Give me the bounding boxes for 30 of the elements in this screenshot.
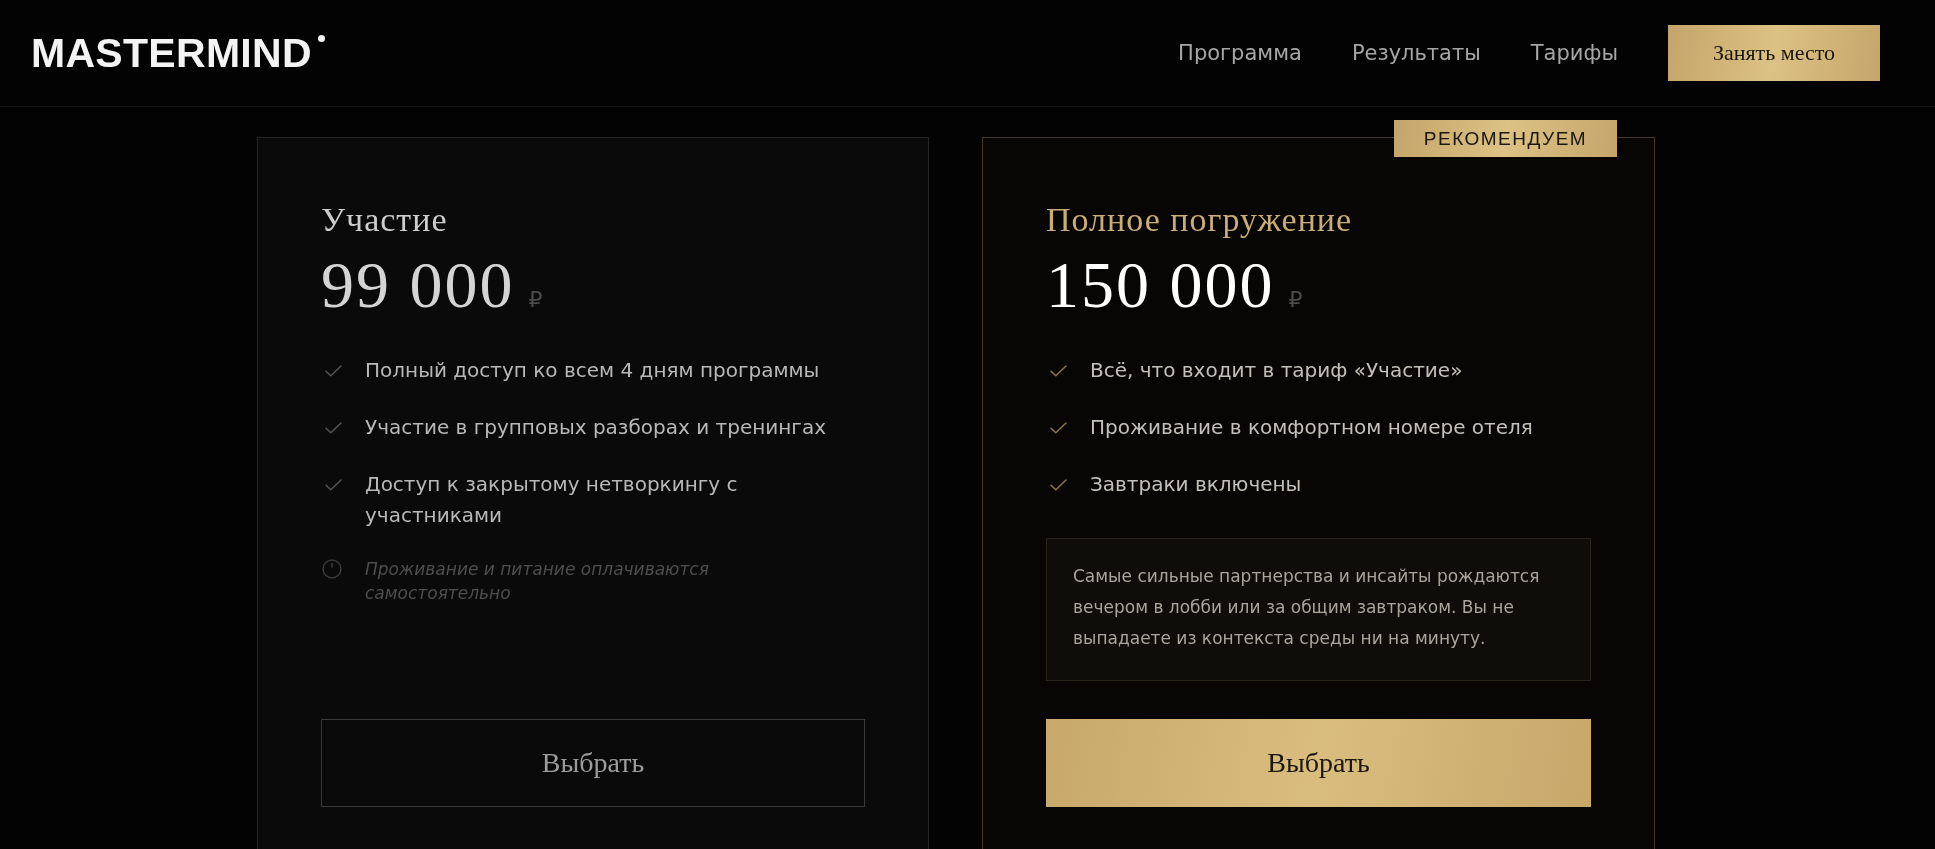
note-text: Проживание и питание оплачиваются самостоятельно — [365, 558, 710, 605]
logo: MASTERMIND — [31, 32, 312, 74]
plan-price: 99 000 — [321, 252, 515, 318]
check-icon — [1050, 479, 1067, 491]
feature-text: Доступ к закрытому нетворкингу с участниками — [365, 471, 739, 529]
select-button[interactable]: Выбрать — [1046, 719, 1591, 807]
plan-title: Полное погружение — [1046, 200, 1354, 240]
nav-link[interactable]: Тарифы — [1530, 39, 1618, 67]
callout-text: Самые сильные партнерства и инсайты рождаются вечером в лобби или за общим завтраком. Вы не выпадаете из контекста среды ни на минуту. — [1073, 565, 1541, 650]
nav-link[interactable]: Результаты — [1351, 39, 1481, 67]
check-icon — [1050, 422, 1067, 434]
nav-link[interactable]: Программа — [1178, 39, 1302, 67]
feature-text: Всё, что входит в тариф «Участие» — [1090, 357, 1463, 384]
check-icon — [325, 479, 342, 491]
feature-text: Завтраки включены — [1090, 471, 1302, 498]
info-icon — [322, 559, 342, 579]
select-button[interactable]: Выбрать — [321, 719, 865, 807]
feature-text: Участие в групповых разборах и тренингах — [365, 414, 826, 441]
currency-sign: ₽ — [528, 287, 543, 312]
plan-price: 150 000 — [1046, 252, 1275, 318]
dot-icon — [317, 35, 325, 42]
check-icon — [325, 365, 342, 377]
cta-button[interactable]: Занять место — [1668, 25, 1880, 81]
currency-sign: ₽ — [1288, 287, 1303, 312]
feature-text: Полный доступ ко всем 4 дням программы — [365, 357, 820, 384]
check-icon — [1050, 365, 1067, 377]
plan-title: Участие — [321, 200, 449, 240]
feature-text: Проживание в комфортном номере отеля — [1090, 414, 1533, 441]
recommended-badge: РЕКОМЕНДУЕМ — [1394, 120, 1617, 157]
check-icon — [325, 422, 342, 434]
